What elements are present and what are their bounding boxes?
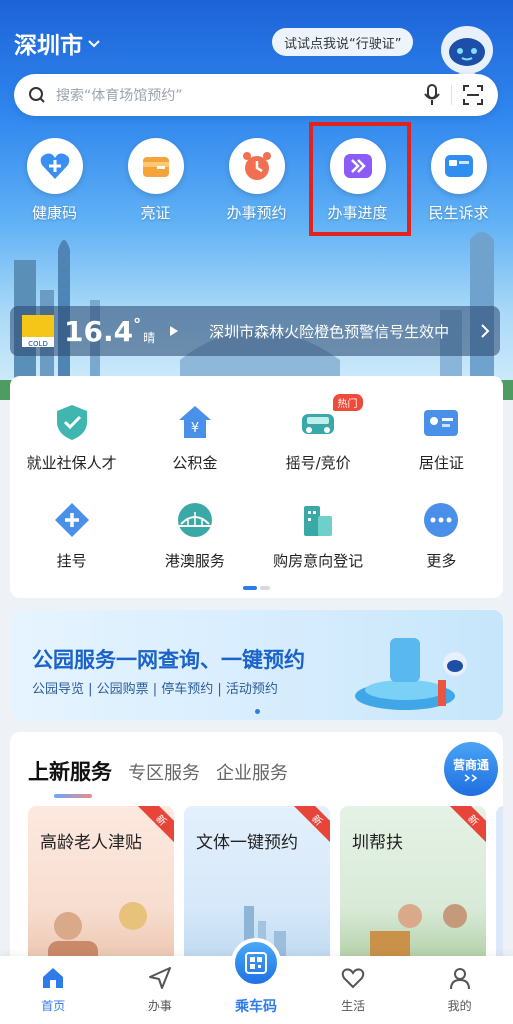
banner-subtitle: 公园导览 | 公园购票 | 停车预约 | 活动预约: [32, 682, 278, 697]
new-services-section: 上新服务 专区服务 企业服务 营商通 高龄老人津贴 新 文体一键预约 新 圳帮扶…: [10, 732, 503, 962]
bridge-icon: [177, 503, 212, 537]
city-name: 深圳市: [14, 33, 83, 59]
ride-code-button[interactable]: [231, 938, 281, 988]
park-illustration: [355, 638, 467, 710]
id-card-icon: [424, 410, 459, 436]
service-employment[interactable]: 就业社保人才: [10, 400, 133, 498]
cold-warning-icon: COLD: [22, 315, 54, 348]
quick-petition[interactable]: 民生诉求: [413, 138, 505, 228]
park-service-banner[interactable]: 公园服务一网查询、一键预约 公园导览 | 公园购票 | 停车预约 | 活动预约: [10, 610, 503, 720]
building-icon: [304, 506, 333, 536]
more-dots-icon: [424, 503, 459, 537]
chevron-right-icon: [481, 324, 490, 338]
card-shenzhen-assistance[interactable]: 圳帮扶 新: [340, 806, 486, 962]
fire-warning-notice[interactable]: 深圳市森林火险橙色预警信号生效中: [209, 321, 480, 342]
alarm-clock-icon: [242, 152, 271, 180]
hot-badge: 热门: [332, 394, 363, 411]
nav-mine[interactable]: 我的: [420, 965, 500, 1014]
send-icon: [148, 967, 171, 989]
user-icon: [449, 968, 470, 990]
service-housing-fund[interactable]: ¥ 公积金: [133, 400, 256, 498]
quick-show-credential[interactable]: 亮证: [110, 138, 202, 228]
nav-affairs[interactable]: 办事: [120, 965, 200, 1014]
service-residence-permit[interactable]: 居住证: [380, 400, 503, 498]
heart-icon: [341, 968, 365, 989]
search-icon: [29, 87, 45, 103]
farmer-photo: [340, 904, 486, 962]
home-icon: [43, 968, 64, 988]
scan-icon[interactable]: [462, 84, 484, 106]
tab-new-services[interactable]: 上新服务: [28, 756, 112, 798]
service-hk-macao[interactable]: 港澳服务: [133, 498, 256, 596]
service-registration[interactable]: 挂号: [10, 498, 133, 596]
house-fund-icon: ¥: [178, 406, 211, 438]
id-wallet-icon: [142, 157, 169, 177]
service-grid-card: 就业社保人才 ¥ 公积金 热门 摇号/竞价 居住证 挂号 港澳服务 购房意向登记: [10, 376, 503, 598]
service-house-purchase[interactable]: 购房意向登记: [257, 498, 380, 596]
shield-check-icon: [56, 405, 87, 440]
nav-life[interactable]: 生活: [313, 965, 393, 1014]
page-indicator: [10, 586, 503, 590]
weather-bar[interactable]: COLD 16.4° 晴 深圳市森林火险橙色预警信号生效中: [10, 306, 500, 356]
svg-text:¥: ¥: [191, 421, 199, 436]
chevron-down-icon: [88, 40, 100, 48]
highlight-box: [309, 122, 411, 236]
weather-condition: 晴: [143, 331, 156, 345]
quick-appointment[interactable]: 办事预约: [211, 138, 303, 228]
double-chevron-icon: [464, 773, 478, 782]
microphone-icon[interactable]: [423, 84, 441, 106]
business-service-button[interactable]: 营商通: [444, 742, 498, 796]
tab-zone-services[interactable]: 专区服务: [128, 759, 200, 785]
search-input[interactable]: 搜索“体育场馆预约”: [56, 85, 423, 105]
card-partial[interactable]: [496, 806, 503, 962]
assistant-prompt[interactable]: 试试点我说“行驶证”: [272, 28, 414, 56]
svg-text:COLD: COLD: [28, 340, 48, 348]
card-elderly-allowance[interactable]: 高龄老人津贴 新: [28, 806, 174, 962]
city-selector[interactable]: 深圳市: [14, 26, 101, 60]
quick-health-code[interactable]: 健康码: [9, 138, 101, 228]
petition-icon: [444, 155, 473, 177]
ride-code-label: 乘车码: [235, 999, 277, 1015]
tab-enterprise-services[interactable]: 企业服务: [216, 759, 288, 785]
qr-bus-icon: [245, 952, 267, 974]
service-more[interactable]: 更多: [380, 498, 503, 596]
medical-cross-icon: [54, 503, 89, 537]
nav-home[interactable]: 首页: [13, 965, 93, 1014]
temperature: 16.4°: [64, 314, 142, 348]
elderly-photo: [48, 902, 147, 962]
service-car-lottery[interactable]: 热门 摇号/竞价: [257, 394, 380, 498]
divider: [451, 85, 452, 105]
banner-title: 公园服务一网查询、一键预约: [32, 648, 305, 672]
search-bar[interactable]: 搜索“体育场馆预约”: [14, 74, 498, 116]
banner-indicator: [255, 709, 260, 714]
health-code-icon: [40, 153, 69, 179]
play-arrow-icon: [170, 326, 179, 336]
new-ribbon: 新: [447, 806, 486, 847]
quick-actions: 健康码 亮证 办事预约 办事进度 民生诉求: [0, 138, 513, 228]
